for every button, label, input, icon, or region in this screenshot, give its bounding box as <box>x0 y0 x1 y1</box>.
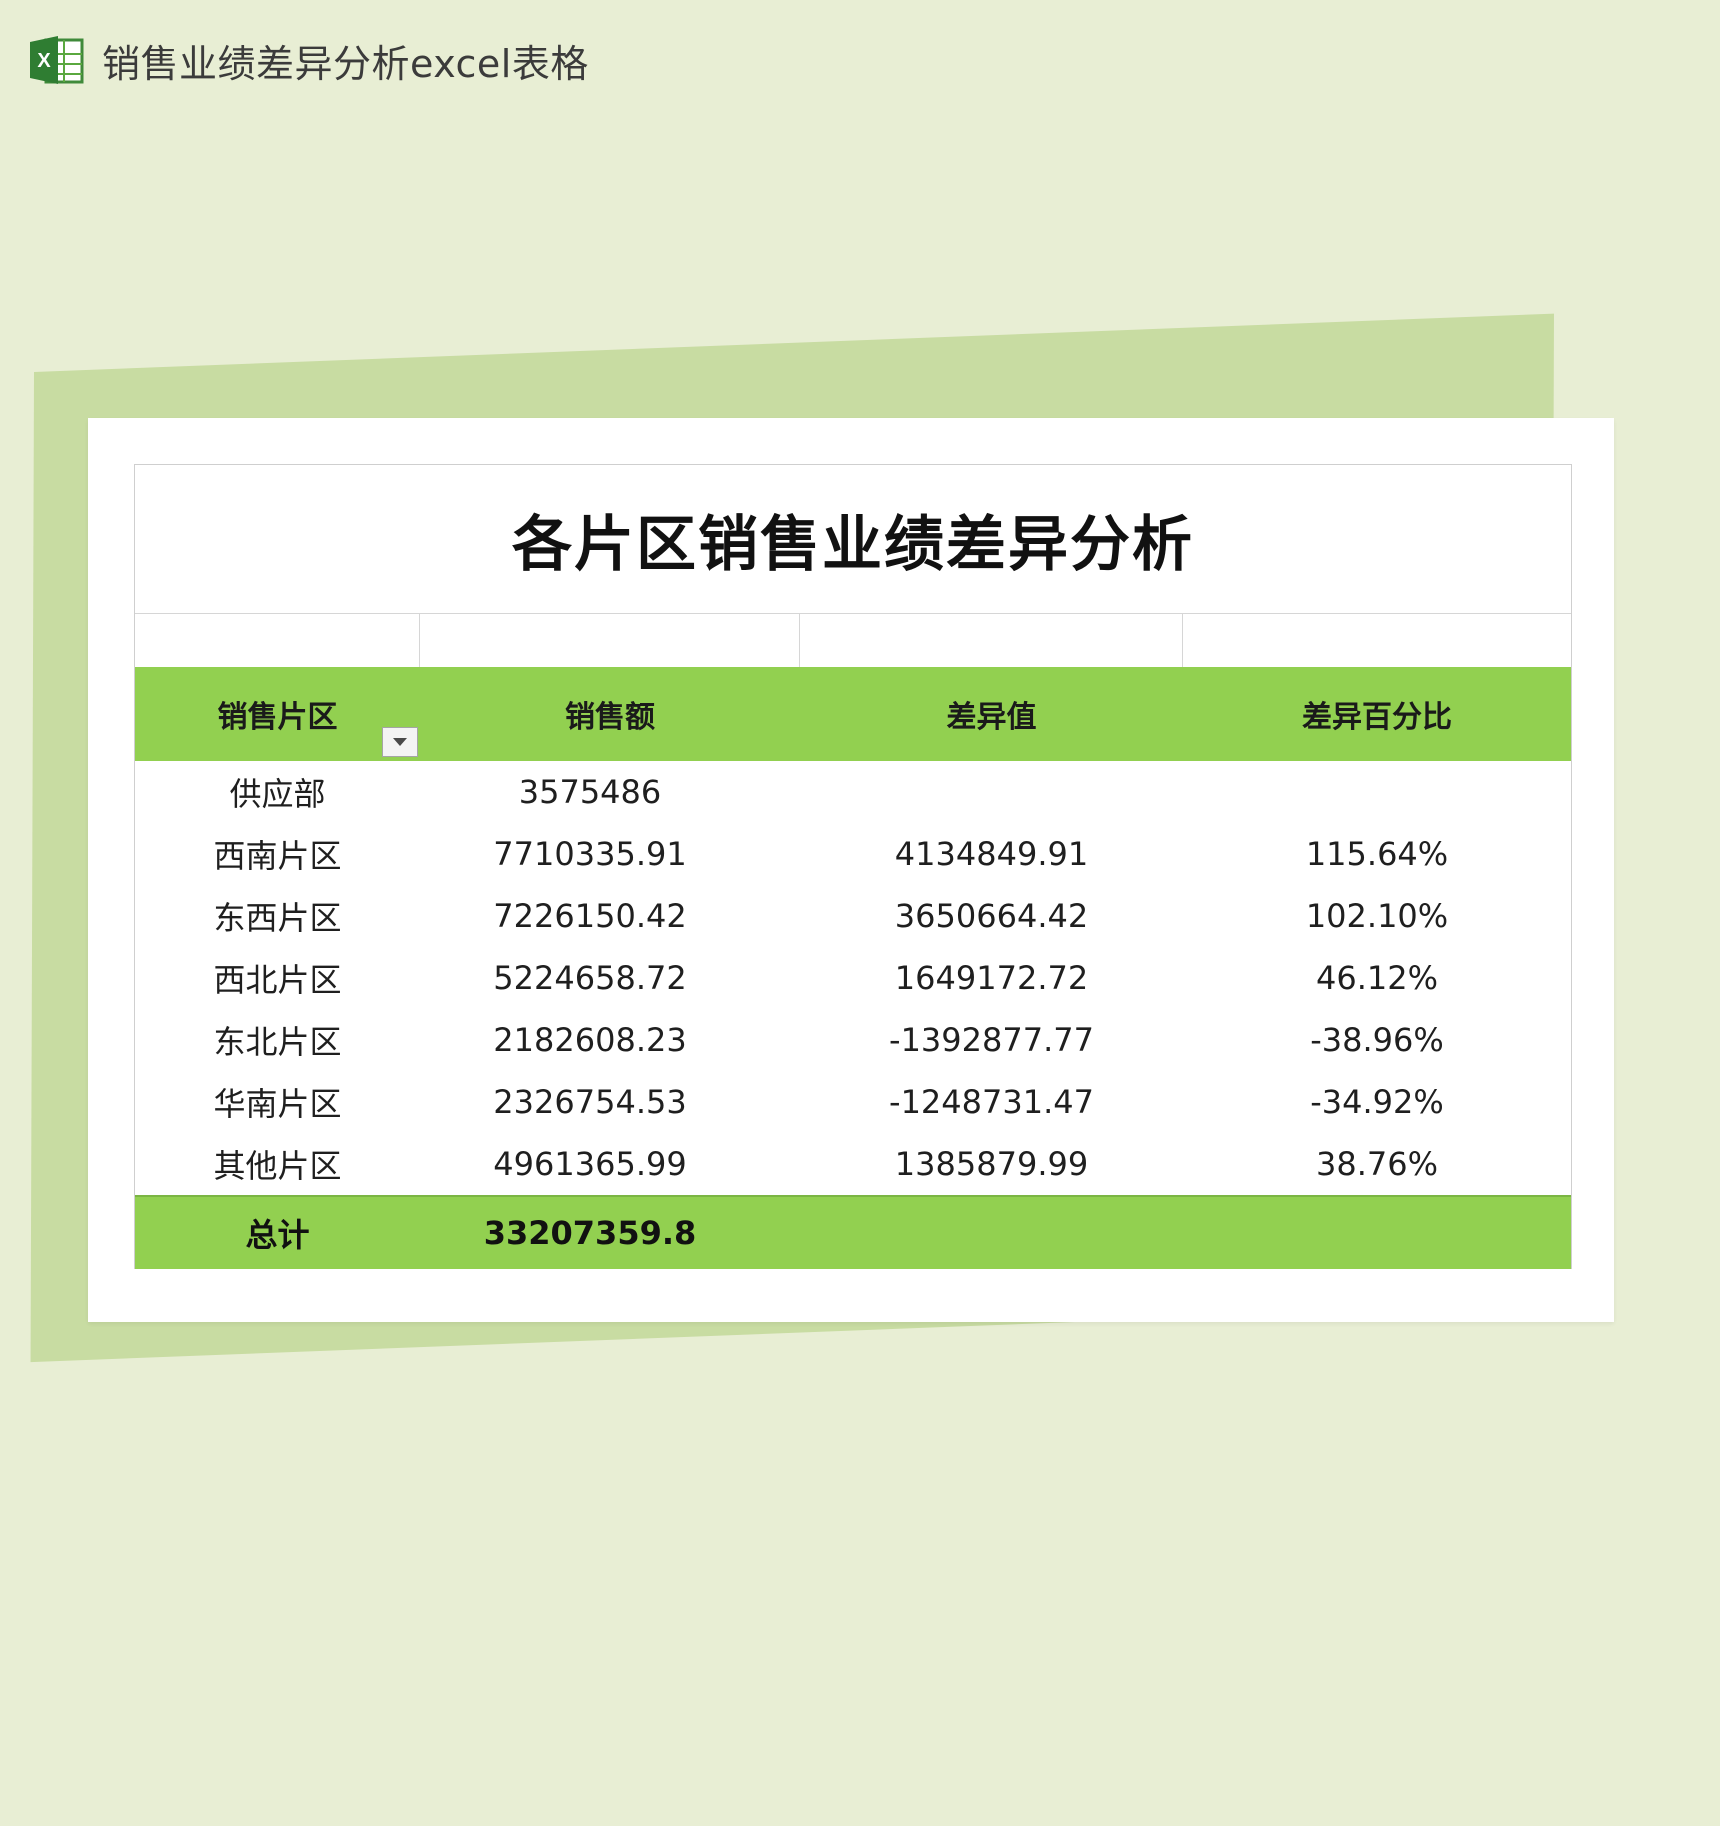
cell-region[interactable]: 其他片区 <box>135 1141 420 1187</box>
empty-cell <box>420 614 800 667</box>
cell-pct[interactable]: -34.92% <box>1183 1083 1571 1121</box>
cell-sales[interactable]: 2326754.53 <box>420 1083 800 1121</box>
cell-pct[interactable]: 102.10% <box>1183 897 1571 935</box>
total-label[interactable]: 总计 <box>135 1210 420 1256</box>
table-row: 西南片区 7710335.91 4134849.91 115.64% <box>135 823 1571 885</box>
column-header-sales: 销售额 <box>565 700 655 735</box>
table-row: 西北片区 5224658.72 1649172.72 46.12% <box>135 947 1571 1009</box>
cell-pct[interactable]: 115.64% <box>1183 835 1571 873</box>
cell-region[interactable]: 东西片区 <box>135 893 420 939</box>
excel-icon: X <box>28 34 84 86</box>
column-header-region: 销售片区 <box>135 667 420 761</box>
empty-row <box>135 614 1571 667</box>
cell-diff[interactable]: 1649172.72 <box>800 959 1183 997</box>
cell-diff[interactable]: 1385879.99 <box>800 1145 1183 1183</box>
table-title: 各片区销售业绩差异分析 <box>135 465 1571 614</box>
cell-sales[interactable]: 4961365.99 <box>420 1145 800 1183</box>
spreadsheet-preview: 各片区销售业绩差异分析 销售片区 销售额 差异值 差异百分比 供应部 35754… <box>88 418 1614 1322</box>
cell-sales[interactable]: 7710335.91 <box>420 835 800 873</box>
cell-pct[interactable]: 38.76% <box>1183 1145 1571 1183</box>
cell-pct[interactable]: -38.96% <box>1183 1021 1571 1059</box>
empty-cell <box>1183 614 1571 667</box>
cell-sales[interactable]: 3575486 <box>420 773 800 811</box>
table-row: 其他片区 4961365.99 1385879.99 38.76% <box>135 1133 1571 1195</box>
table-header: 销售片区 销售额 差异值 差异百分比 <box>135 667 1571 761</box>
svg-text:X: X <box>37 50 51 72</box>
cell-pct[interactable]: 46.12% <box>1183 959 1571 997</box>
column-header-label: 销售片区 <box>217 700 338 735</box>
empty-cell <box>135 614 420 667</box>
table-row: 华南片区 2326754.53 -1248731.47 -34.92% <box>135 1071 1571 1133</box>
page-title: 销售业绩差异分析excel表格 <box>102 41 589 86</box>
cell-region[interactable]: 西南片区 <box>135 831 420 877</box>
data-table: 各片区销售业绩差异分析 销售片区 销售额 差异值 差异百分比 供应部 35754… <box>134 464 1572 1269</box>
cell-diff[interactable]: -1248731.47 <box>800 1083 1183 1121</box>
top-bar: X 销售业绩差异分析excel表格 <box>28 30 589 90</box>
cell-region[interactable]: 华南片区 <box>135 1079 420 1125</box>
cell-diff[interactable]: -1392877.77 <box>800 1021 1183 1059</box>
empty-cell <box>800 614 1183 667</box>
table-row: 供应部 3575486 <box>135 761 1571 823</box>
cell-sales[interactable]: 5224658.72 <box>420 959 800 997</box>
total-sales[interactable]: 33207359.8 <box>420 1214 800 1252</box>
chevron-down-icon <box>393 738 407 746</box>
column-header-diff: 差异值 <box>946 700 1037 735</box>
cell-diff[interactable]: 3650664.42 <box>800 897 1183 935</box>
filter-dropdown-button[interactable] <box>382 727 418 757</box>
cell-sales[interactable]: 7226150.42 <box>420 897 800 935</box>
cell-region[interactable]: 东北片区 <box>135 1017 420 1063</box>
table-row: 东西片区 7226150.42 3650664.42 102.10% <box>135 885 1571 947</box>
cell-sales[interactable]: 2182608.23 <box>420 1021 800 1059</box>
total-row: 总计 33207359.8 <box>135 1195 1571 1269</box>
cell-region[interactable]: 西北片区 <box>135 955 420 1001</box>
table-row: 东北片区 2182608.23 -1392877.77 -38.96% <box>135 1009 1571 1071</box>
cell-region[interactable]: 供应部 <box>135 769 420 815</box>
column-header-pct: 差异百分比 <box>1302 700 1452 735</box>
cell-diff[interactable]: 4134849.91 <box>800 835 1183 873</box>
